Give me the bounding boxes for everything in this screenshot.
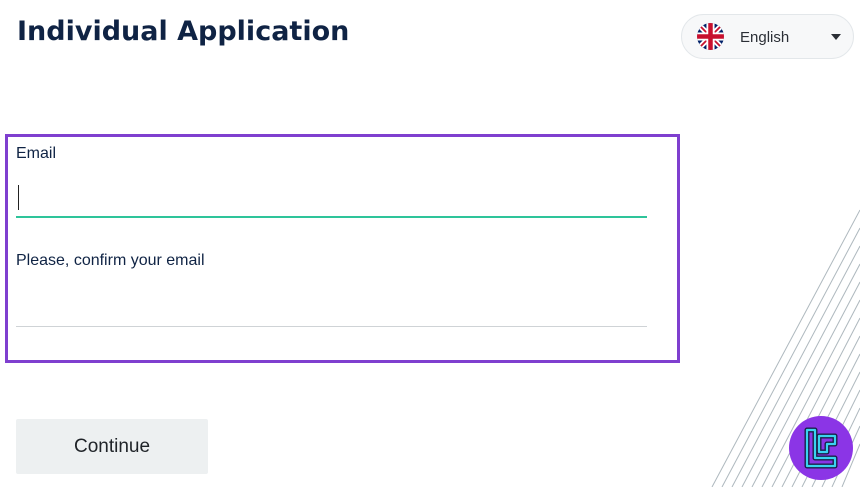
continue-button[interactable]: Continue: [16, 419, 208, 474]
language-selector[interactable]: English: [681, 14, 854, 59]
email-field[interactable]: [16, 180, 647, 218]
page-title: Individual Application: [17, 16, 350, 47]
email-label: Email: [16, 145, 57, 162]
confirm-email-field[interactable]: [16, 289, 647, 327]
chevron-down-icon: [831, 34, 841, 40]
uk-flag-icon: [697, 23, 724, 50]
brand-logo: [789, 416, 853, 480]
brand-logo-icon: [804, 427, 838, 469]
confirm-email-label: Please, confirm your email: [16, 252, 205, 269]
language-label: English: [740, 29, 790, 46]
email-section-highlight: [5, 134, 680, 363]
text-caret: [18, 185, 19, 210]
